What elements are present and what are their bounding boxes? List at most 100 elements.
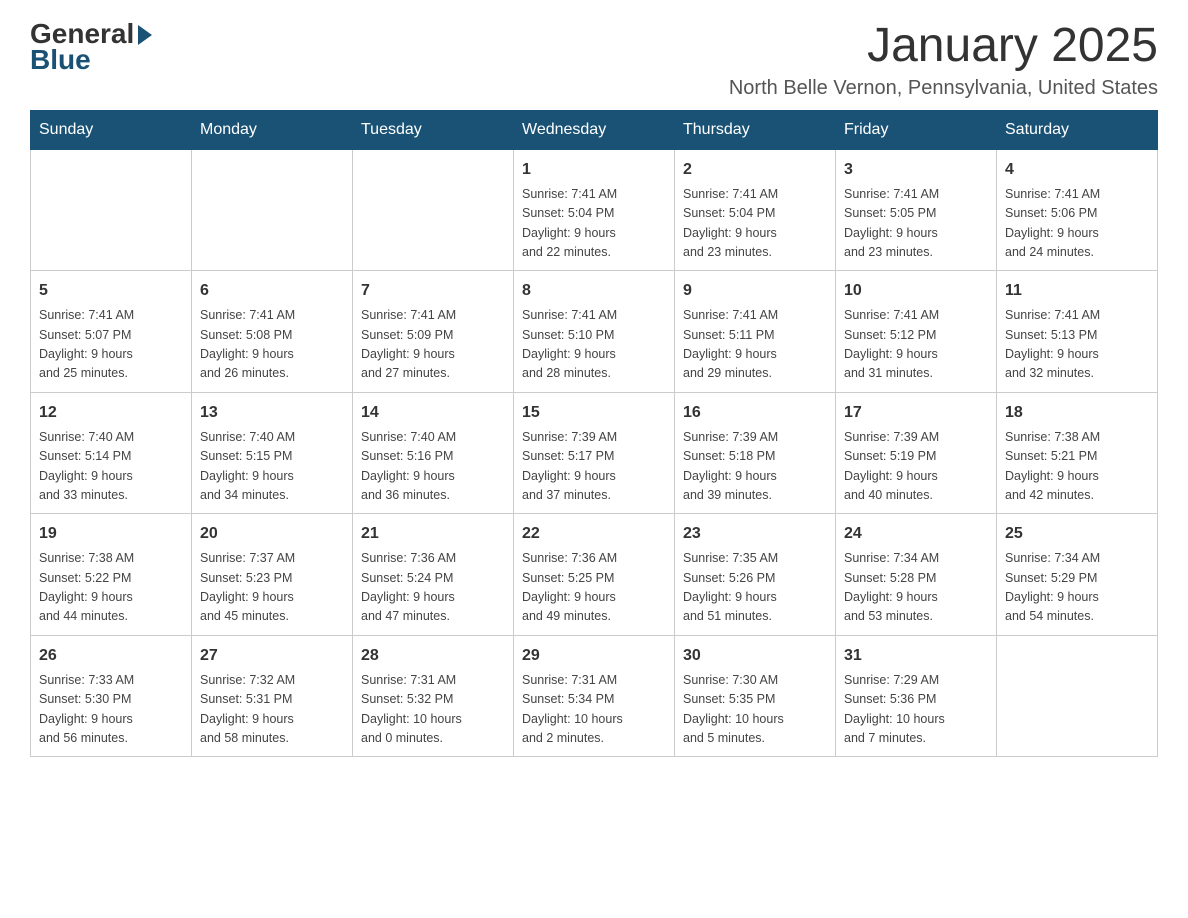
day-number: 1 — [522, 158, 666, 182]
day-number: 28 — [361, 644, 505, 668]
day-info: Sunrise: 7:34 AMSunset: 5:29 PMDaylight:… — [1005, 549, 1149, 627]
day-number: 5 — [39, 279, 183, 303]
calendar-cell: 26 Sunrise: 7:33 AMSunset: 5:30 PMDayligh… — [31, 635, 192, 757]
calendar-table: SundayMondayTuesdayWednesdayThursdayFrid… — [30, 110, 1158, 758]
calendar-cell: 28 Sunrise: 7:31 AMSunset: 5:32 PMDayligh… — [353, 635, 514, 757]
day-number: 9 — [683, 279, 827, 303]
calendar-header-row: SundayMondayTuesdayWednesdayThursdayFrid… — [31, 110, 1158, 149]
logo-blue-text: Blue — [30, 46, 152, 74]
day-number: 11 — [1005, 279, 1149, 303]
column-header-wednesday: Wednesday — [514, 110, 675, 149]
title-block: January 2025 North Belle Vernon, Pennsyl… — [729, 20, 1158, 100]
calendar-cell: 23 Sunrise: 7:35 AMSunset: 5:26 PMDayligh… — [675, 514, 836, 636]
day-info: Sunrise: 7:32 AMSunset: 5:31 PMDaylight:… — [200, 671, 344, 749]
day-info: Sunrise: 7:41 AMSunset: 5:06 PMDaylight:… — [1005, 185, 1149, 263]
calendar-cell: 10Sunrise: 7:41 AMSunset: 5:12 PMDayligh… — [836, 271, 997, 393]
calendar-cell: 9Sunrise: 7:41 AMSunset: 5:11 PMDaylight… — [675, 271, 836, 393]
calendar-week-4: 26 Sunrise: 7:33 AMSunset: 5:30 PMDayligh… — [31, 635, 1158, 757]
calendar-cell: 20 Sunrise: 7:37 AMSunset: 5:23 PMDayligh… — [192, 514, 353, 636]
day-number: 2 — [683, 158, 827, 182]
calendar-cell: 29 Sunrise: 7:31 AMSunset: 5:34 PMDayligh… — [514, 635, 675, 757]
day-number: 23 — [683, 522, 827, 546]
day-number: 17 — [844, 401, 988, 425]
calendar-cell: 18 Sunrise: 7:38 AMSunset: 5:21 PMDayligh… — [997, 392, 1158, 514]
day-number: 6 — [200, 279, 344, 303]
day-info: Sunrise: 7:41 AMSunset: 5:05 PMDaylight:… — [844, 185, 988, 263]
calendar-cell: 14Sunrise: 7:40 AMSunset: 5:16 PMDayligh… — [353, 392, 514, 514]
day-info: Sunrise: 7:41 AMSunset: 5:09 PMDaylight:… — [361, 306, 505, 384]
day-number: 27 — [200, 644, 344, 668]
logo: General Blue — [30, 20, 152, 74]
calendar-cell: 31 Sunrise: 7:29 AMSunset: 5:36 PMDayligh… — [836, 635, 997, 757]
calendar-cell — [192, 149, 353, 271]
calendar-week-2: 12Sunrise: 7:40 AMSunset: 5:14 PMDayligh… — [31, 392, 1158, 514]
day-number: 10 — [844, 279, 988, 303]
column-header-saturday: Saturday — [997, 110, 1158, 149]
calendar-cell: 25Sunrise: 7:34 AMSunset: 5:29 PMDayligh… — [997, 514, 1158, 636]
calendar-header: SundayMondayTuesdayWednesdayThursdayFrid… — [31, 110, 1158, 149]
calendar-cell: 2 Sunrise: 7:41 AMSunset: 5:04 PMDaylight… — [675, 149, 836, 271]
calendar-cell: 3Sunrise: 7:41 AMSunset: 5:05 PMDaylight… — [836, 149, 997, 271]
calendar-cell: 1 Sunrise: 7:41 AMSunset: 5:04 PMDaylight… — [514, 149, 675, 271]
main-title: January 2025 — [729, 20, 1158, 73]
calendar-week-1: 5Sunrise: 7:41 AMSunset: 5:07 PMDaylight… — [31, 271, 1158, 393]
day-number: 18 — [1005, 401, 1149, 425]
calendar-cell: 17 Sunrise: 7:39 AMSunset: 5:19 PMDayligh… — [836, 392, 997, 514]
day-info: Sunrise: 7:39 AMSunset: 5:17 PMDaylight:… — [522, 428, 666, 506]
day-info: Sunrise: 7:41 AMSunset: 5:08 PMDaylight:… — [200, 306, 344, 384]
column-header-friday: Friday — [836, 110, 997, 149]
calendar-cell: 7 Sunrise: 7:41 AMSunset: 5:09 PMDaylight… — [353, 271, 514, 393]
calendar-cell: 5Sunrise: 7:41 AMSunset: 5:07 PMDaylight… — [31, 271, 192, 393]
day-info: Sunrise: 7:40 AMSunset: 5:15 PMDaylight:… — [200, 428, 344, 506]
calendar-cell: 13 Sunrise: 7:40 AMSunset: 5:15 PMDayligh… — [192, 392, 353, 514]
day-info: Sunrise: 7:35 AMSunset: 5:26 PMDaylight:… — [683, 549, 827, 627]
calendar-cell: 11 Sunrise: 7:41 AMSunset: 5:13 PMDayligh… — [997, 271, 1158, 393]
calendar-cell — [31, 149, 192, 271]
day-number: 21 — [361, 522, 505, 546]
day-number: 29 — [522, 644, 666, 668]
day-number: 19 — [39, 522, 183, 546]
day-number: 16 — [683, 401, 827, 425]
day-info: Sunrise: 7:33 AMSunset: 5:30 PMDaylight:… — [39, 671, 183, 749]
day-info: Sunrise: 7:41 AMSunset: 5:10 PMDaylight:… — [522, 306, 666, 384]
day-info: Sunrise: 7:37 AMSunset: 5:23 PMDaylight:… — [200, 549, 344, 627]
calendar-cell: 22Sunrise: 7:36 AMSunset: 5:25 PMDayligh… — [514, 514, 675, 636]
calendar-cell: 12Sunrise: 7:40 AMSunset: 5:14 PMDayligh… — [31, 392, 192, 514]
day-info: Sunrise: 7:38 AMSunset: 5:22 PMDaylight:… — [39, 549, 183, 627]
logo-arrow-icon — [138, 25, 152, 45]
day-number: 31 — [844, 644, 988, 668]
day-number: 24 — [844, 522, 988, 546]
day-info: Sunrise: 7:29 AMSunset: 5:36 PMDaylight:… — [844, 671, 988, 749]
calendar-cell: 16 Sunrise: 7:39 AMSunset: 5:18 PMDayligh… — [675, 392, 836, 514]
calendar-cell: 15 Sunrise: 7:39 AMSunset: 5:17 PMDayligh… — [514, 392, 675, 514]
day-info: Sunrise: 7:41 AMSunset: 5:13 PMDaylight:… — [1005, 306, 1149, 384]
day-info: Sunrise: 7:41 AMSunset: 5:04 PMDaylight:… — [522, 185, 666, 263]
calendar-week-3: 19 Sunrise: 7:38 AMSunset: 5:22 PMDayligh… — [31, 514, 1158, 636]
day-info: Sunrise: 7:41 AMSunset: 5:04 PMDaylight:… — [683, 185, 827, 263]
calendar-body: 1 Sunrise: 7:41 AMSunset: 5:04 PMDaylight… — [31, 149, 1158, 757]
day-info: Sunrise: 7:38 AMSunset: 5:21 PMDaylight:… — [1005, 428, 1149, 506]
calendar-cell: 4Sunrise: 7:41 AMSunset: 5:06 PMDaylight… — [997, 149, 1158, 271]
calendar-cell: 30Sunrise: 7:30 AMSunset: 5:35 PMDayligh… — [675, 635, 836, 757]
calendar-cell: 19 Sunrise: 7:38 AMSunset: 5:22 PMDayligh… — [31, 514, 192, 636]
day-info: Sunrise: 7:39 AMSunset: 5:18 PMDaylight:… — [683, 428, 827, 506]
day-info: Sunrise: 7:31 AMSunset: 5:34 PMDaylight:… — [522, 671, 666, 749]
column-header-monday: Monday — [192, 110, 353, 149]
day-number: 13 — [200, 401, 344, 425]
day-number: 12 — [39, 401, 183, 425]
calendar-week-0: 1 Sunrise: 7:41 AMSunset: 5:04 PMDaylight… — [31, 149, 1158, 271]
day-number: 8 — [522, 279, 666, 303]
day-number: 22 — [522, 522, 666, 546]
day-number: 15 — [522, 401, 666, 425]
day-info: Sunrise: 7:36 AMSunset: 5:24 PMDaylight:… — [361, 549, 505, 627]
calendar-cell — [997, 635, 1158, 757]
day-number: 26 — [39, 644, 183, 668]
day-info: Sunrise: 7:40 AMSunset: 5:16 PMDaylight:… — [361, 428, 505, 506]
day-number: 7 — [361, 279, 505, 303]
calendar-cell: 21 Sunrise: 7:36 AMSunset: 5:24 PMDayligh… — [353, 514, 514, 636]
day-number: 20 — [200, 522, 344, 546]
column-header-thursday: Thursday — [675, 110, 836, 149]
day-info: Sunrise: 7:31 AMSunset: 5:32 PMDaylight:… — [361, 671, 505, 749]
day-info: Sunrise: 7:39 AMSunset: 5:19 PMDaylight:… — [844, 428, 988, 506]
subtitle: North Belle Vernon, Pennsylvania, United… — [729, 77, 1158, 100]
